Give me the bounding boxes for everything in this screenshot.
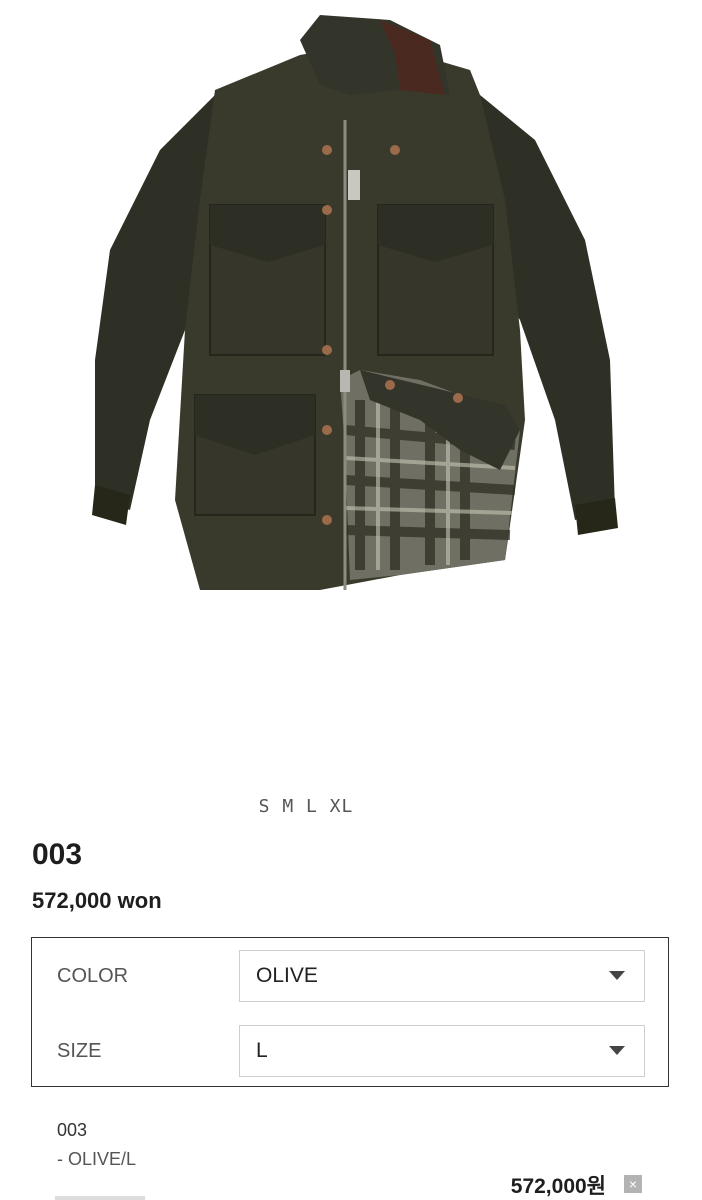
chevron-down-icon	[609, 1046, 625, 1055]
size-select[interactable]: L	[239, 1025, 645, 1077]
selected-item-option: - OLIVE/L	[57, 1149, 137, 1169]
bottom-button-edge	[55, 1196, 145, 1200]
options-panel: COLOR OLIVE SIZE L	[31, 937, 669, 1087]
selected-item-name: 003	[57, 1120, 88, 1140]
size-select-value: L	[256, 1039, 268, 1062]
color-option-row: COLOR OLIVE	[32, 950, 668, 1002]
color-select-value: OLIVE	[256, 964, 318, 987]
remove-item-button[interactable]: ×	[624, 1175, 642, 1193]
size-label: SIZE	[57, 1040, 102, 1062]
jacket-illustration	[92, 15, 618, 590]
size-option-row: SIZE L	[32, 1025, 668, 1077]
color-select[interactable]: OLIVE	[239, 950, 645, 1002]
product-title: 003	[32, 838, 83, 871]
chevron-down-icon	[609, 971, 625, 980]
available-sizes-text: S M L XL	[258, 796, 354, 817]
selected-item-price: 572,000원	[510, 1175, 606, 1198]
color-label: COLOR	[57, 965, 129, 987]
product-price: 572,000 won	[32, 888, 162, 913]
product-image	[0, 0, 702, 690]
